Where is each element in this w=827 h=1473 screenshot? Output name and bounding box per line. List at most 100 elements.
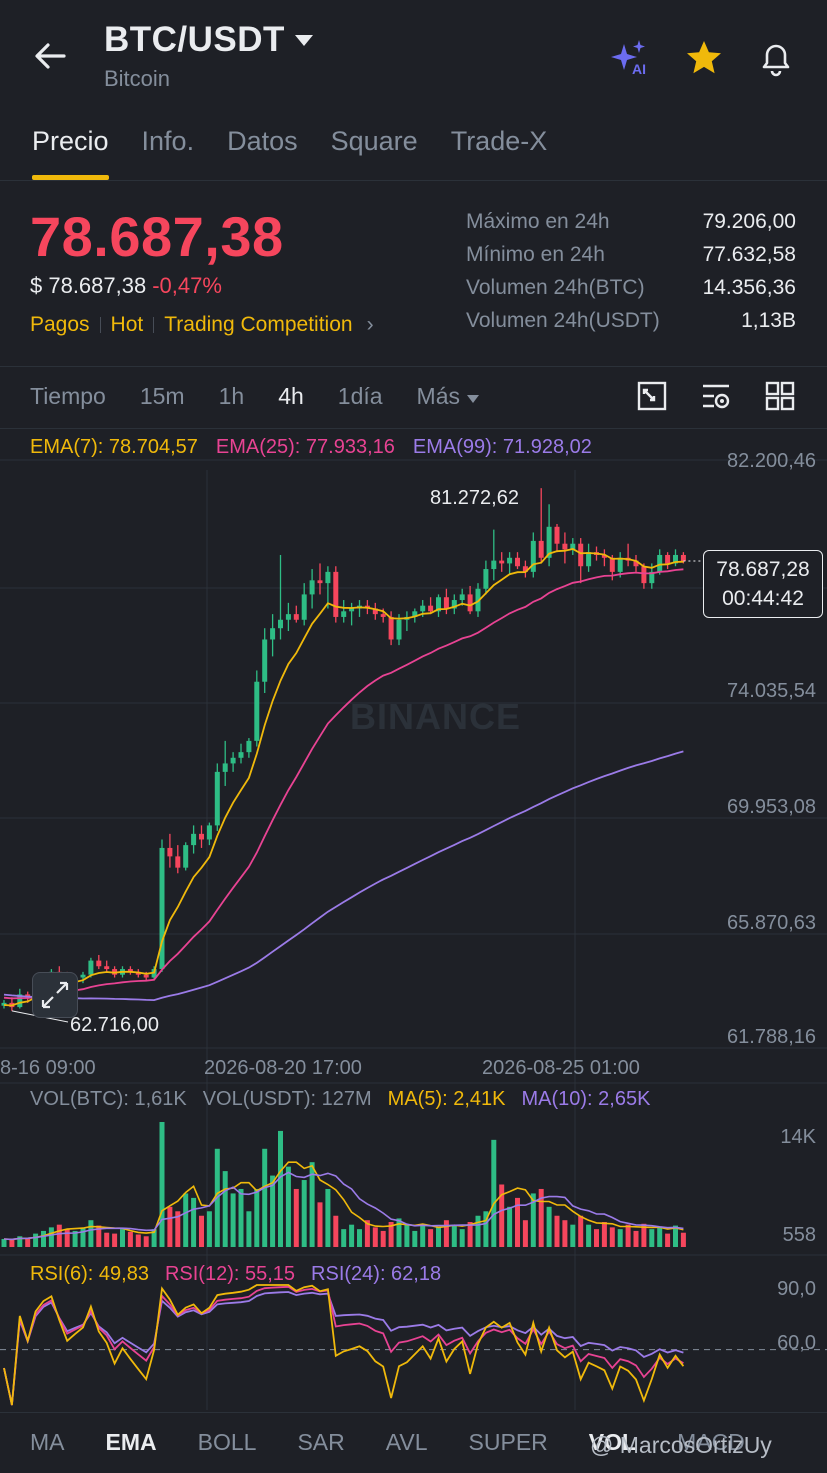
current-price-tag[interactable]: 78.687,28 00:44:42	[703, 550, 823, 618]
indicator-ma[interactable]: MA	[30, 1429, 65, 1456]
candle-body	[420, 605, 426, 612]
candle-body	[80, 974, 86, 978]
volume-bar	[380, 1230, 386, 1247]
candle-body	[88, 960, 94, 975]
rsi-legend: RSI(6): 49,83 RSI(12): 55,15 RSI(24): 62…	[30, 1263, 441, 1286]
candle-body	[214, 771, 220, 826]
volume-bar	[238, 1188, 244, 1247]
candle-body	[206, 825, 212, 840]
candle-body	[380, 614, 386, 617]
vol-btc-label: VOL(BTC): 1,61K	[30, 1088, 187, 1110]
indicator-super[interactable]: SUPER	[469, 1429, 548, 1456]
candle-body	[499, 560, 505, 564]
volume-bar	[104, 1232, 110, 1247]
volume-bar	[127, 1231, 133, 1247]
volume-bar	[617, 1229, 623, 1247]
volume-bar	[25, 1238, 31, 1247]
price-axis-label: 82.200,46	[727, 450, 816, 472]
volume-bar	[285, 1166, 291, 1247]
volume-bar	[570, 1224, 576, 1247]
volume-bar	[443, 1220, 449, 1247]
indicator-ema[interactable]: EMA	[106, 1429, 157, 1456]
divider	[0, 1412, 827, 1413]
volume-bar	[396, 1218, 402, 1247]
volume-bar	[159, 1122, 165, 1247]
candle-countdown: 00:44:42	[722, 587, 804, 610]
candle-body	[104, 966, 110, 970]
volume-bar	[404, 1224, 410, 1247]
rsi-axis-label: 60,0	[777, 1332, 816, 1354]
candle-body	[459, 594, 465, 601]
candle-body	[349, 608, 355, 612]
rsi24-label: RSI(24): 62,18	[311, 1263, 442, 1285]
volume-bar	[135, 1234, 141, 1247]
volume-bar	[9, 1239, 15, 1247]
volume-bar	[41, 1230, 46, 1247]
volume-bar	[230, 1193, 236, 1247]
volume-bar	[372, 1227, 378, 1247]
volume-bar	[88, 1220, 94, 1247]
candle-body	[538, 540, 544, 558]
volume-bar	[33, 1233, 39, 1247]
indicator-boll[interactable]: BOLL	[198, 1429, 257, 1456]
rsi6-label: RSI(6): 49,83	[30, 1263, 149, 1285]
volume-bar	[554, 1215, 560, 1247]
volume-bar	[546, 1206, 552, 1247]
volume-bar	[657, 1227, 663, 1247]
volume-bar	[578, 1215, 584, 1247]
candle-body	[428, 605, 434, 612]
volume-bar	[594, 1229, 599, 1247]
time-axis-label: 8-16 09:00	[0, 1057, 96, 1079]
candle-body	[301, 594, 307, 620]
candle-body	[262, 639, 268, 682]
volume-bar	[293, 1188, 299, 1247]
candle-body	[285, 614, 291, 620]
volume-bar	[112, 1233, 118, 1247]
volume-bar	[522, 1220, 528, 1247]
volume-bar	[601, 1222, 607, 1247]
candle-body	[507, 557, 513, 564]
volume-bar	[206, 1211, 212, 1247]
expand-chart-icon[interactable]	[32, 972, 78, 1018]
volume-bar	[301, 1180, 307, 1247]
price-axis-label: 69.953,08	[727, 796, 816, 818]
candle-body	[680, 554, 686, 561]
volume-bar	[609, 1227, 615, 1247]
candle-body	[641, 566, 647, 584]
candle-body	[665, 554, 671, 564]
vol-ma10-label: MA(10): 2,65K	[521, 1088, 651, 1110]
volume-bar	[665, 1233, 671, 1247]
candle-body	[199, 833, 204, 840]
candle-body	[143, 974, 149, 978]
candle-body	[183, 845, 189, 868]
candle-body	[293, 614, 299, 620]
volume-bar	[246, 1211, 252, 1247]
volume-bar	[317, 1202, 323, 1247]
candle-body	[483, 569, 489, 589]
indicator-avl[interactable]: AVL	[386, 1429, 428, 1456]
candle-body	[96, 960, 102, 967]
candle-body	[396, 619, 402, 640]
volume-bar	[420, 1224, 426, 1247]
volume-bar	[333, 1215, 339, 1247]
current-price-value: 78.687,28	[716, 558, 810, 581]
rsi12-label: RSI(12): 55,15	[164, 1263, 296, 1285]
volume-bar	[412, 1230, 418, 1247]
candle-body	[554, 526, 560, 544]
volume-bar	[120, 1229, 125, 1247]
candle-body	[333, 571, 339, 617]
candle-body	[317, 580, 323, 584]
candle-body	[167, 847, 173, 857]
credit-watermark: @ MarcosOrtizUy	[590, 1432, 772, 1458]
candle-body	[443, 597, 449, 609]
volume-bar	[183, 1193, 189, 1247]
volume-bar	[143, 1236, 149, 1247]
price-axis-label: 74.035,54	[727, 680, 816, 702]
candle-body	[609, 557, 615, 572]
volume-bar	[278, 1130, 283, 1247]
volume-bar	[475, 1215, 481, 1247]
rsi-axis-label: 90,0	[777, 1278, 816, 1300]
indicator-sar[interactable]: SAR	[297, 1429, 344, 1456]
vol-usdt-label: VOL(USDT): 127M	[202, 1088, 372, 1110]
candle-body	[388, 616, 394, 640]
